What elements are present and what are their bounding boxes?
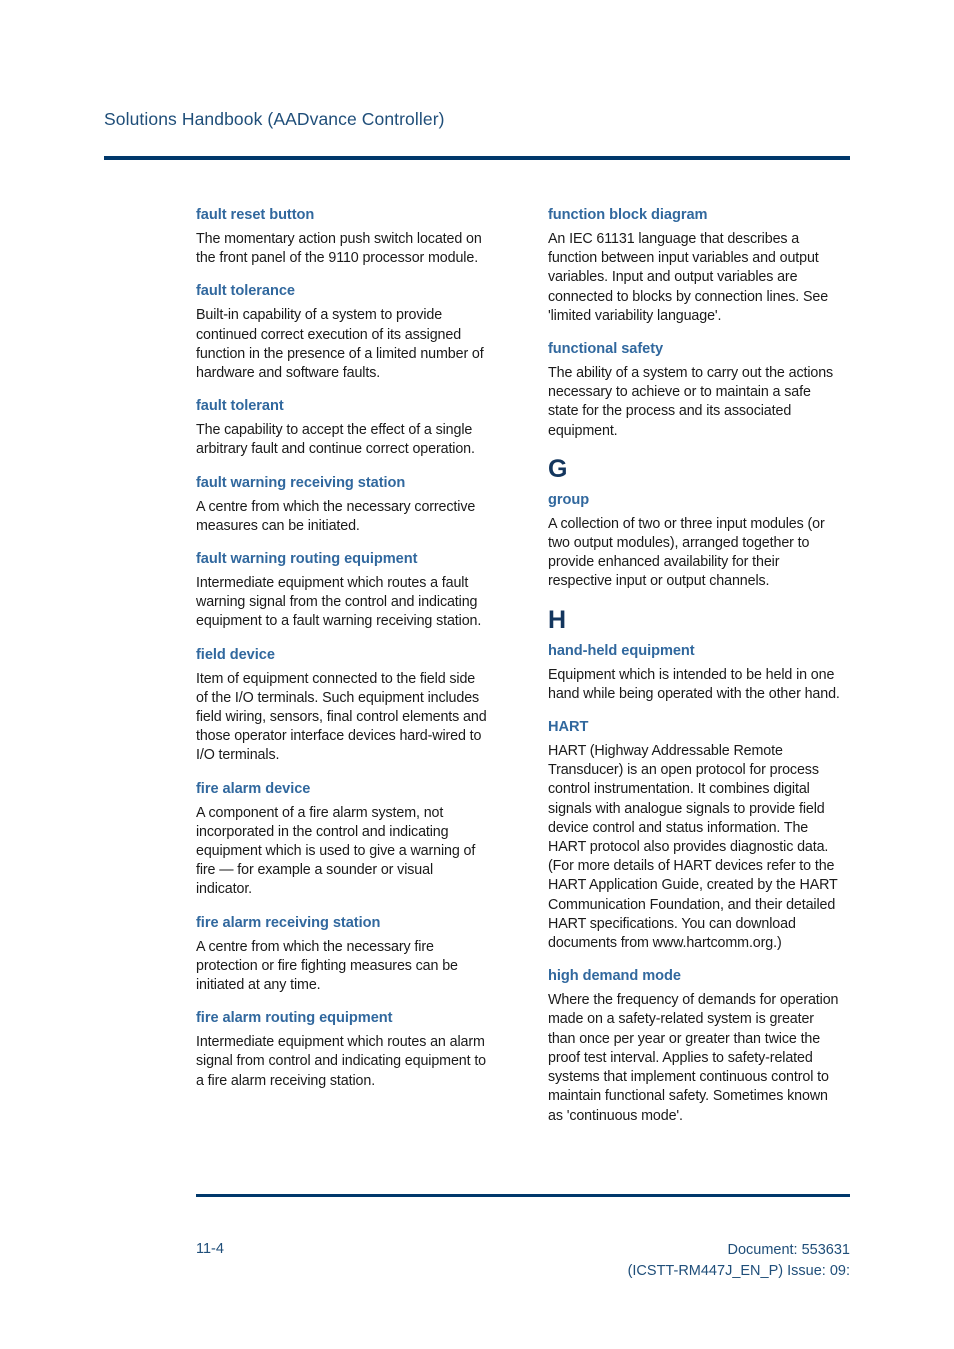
glossary-letter-heading: H: [548, 605, 567, 634]
footer-document-number: Document: 553631: [727, 1242, 850, 1258]
glossary-term: field device: [196, 646, 275, 663]
glossary-column-right: function block diagram An IEC 61131 langu…: [548, 206, 841, 1140]
glossary-term: high demand mode: [548, 968, 681, 985]
glossary-term: group: [548, 491, 590, 508]
footer-document-revision: (ICSTT-RM447J_EN_P) Issue: 09:: [627, 1263, 850, 1279]
glossary-term: function block diagram: [548, 207, 708, 223]
glossary-term: fault warning routing equipment: [196, 551, 418, 568]
glossary-definition: Intermediate equipment which routes a fa…: [196, 575, 482, 630]
glossary-definition: Where the frequency of demands for opera…: [548, 992, 839, 1124]
page-title: Solutions Handbook (AADvance Controller): [104, 109, 445, 129]
glossary-definition: An IEC 61131 language that describes a f…: [548, 231, 829, 324]
glossary-definition: A centre from which the necessary correc…: [196, 498, 476, 534]
glossary-definition: Intermediate equipment which routes an a…: [196, 1034, 487, 1089]
glossary-definition: Built-in capability of a system to provi…: [196, 307, 484, 382]
page-footer: 11-4 Document: 553631 (ICSTT-RM447J_EN_P…: [196, 1240, 850, 1300]
glossary-term: fault tolerant: [196, 398, 284, 415]
glossary-term: fault warning receiving station: [196, 474, 406, 491]
glossary-definition: The momentary action push switch located…: [196, 231, 482, 267]
glossary-body: fault reset button The momentary action p…: [196, 206, 850, 1186]
footer-page-number: 11-4: [196, 1241, 224, 1257]
glossary-term: fault reset button: [196, 207, 315, 223]
footer-divider: [196, 1194, 850, 1197]
glossary-definition: The capability to accept the effect of a…: [196, 422, 475, 458]
header-divider: [104, 156, 850, 160]
glossary-term: fire alarm receiving station: [196, 914, 381, 931]
glossary-term: hand-held equipment: [548, 642, 695, 659]
glossary-term: fault tolerance: [196, 283, 295, 300]
glossary-definition: Equipment which is intended to be held i…: [548, 666, 840, 702]
footer-document-info: Document: 553631 (ICSTT-RM447J_EN_P) Iss…: [628, 1240, 850, 1282]
page-header: Solutions Handbook (AADvance Controller): [104, 108, 850, 130]
glossary-term: fire alarm routing equipment: [196, 1010, 393, 1027]
document-page: Solutions Handbook (AADvance Controller)…: [0, 0, 954, 1349]
glossary-letter-heading: G: [548, 454, 568, 483]
glossary-term: HART: [548, 719, 589, 736]
glossary-definition: The ability of a system to carry out the…: [548, 365, 834, 439]
glossary-definition: HART (Highway Addressable Remote Transdu…: [548, 743, 838, 952]
glossary-definition: A component of a fire alarm system, not …: [196, 804, 476, 898]
glossary-term: functional safety: [548, 341, 664, 358]
glossary-definition: A collection of two or three input modul…: [548, 515, 825, 590]
glossary-definition: A centre from which the necessary fire p…: [196, 938, 458, 994]
glossary-definition: Item of equipment connected to the field…: [196, 670, 487, 764]
glossary-term: fire alarm device: [196, 780, 311, 797]
glossary-column-left: fault reset button The momentary action p…: [196, 206, 489, 1105]
